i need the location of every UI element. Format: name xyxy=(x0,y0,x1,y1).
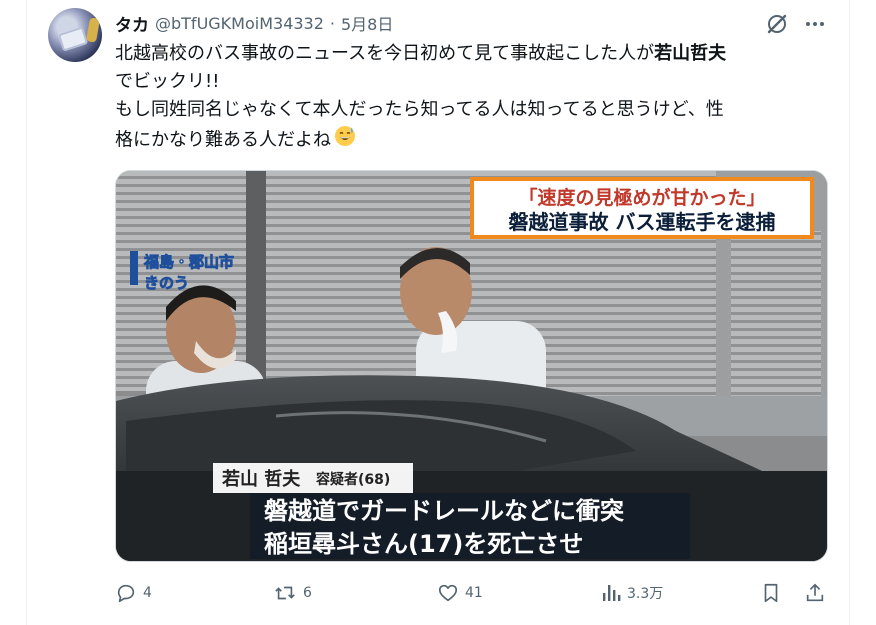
tweet-text-segment: 格にかなり難ある人だよね xyxy=(115,129,331,151)
top-caption-box: 「速度の見極めが甘かった」 磐越道事故 バス運転手を逮捕 xyxy=(470,177,814,239)
bottom-caption: 磐越道でガードレールなどに衝突 稲垣尋斗さん(17)を死亡させ xyxy=(250,493,690,559)
top-caption-line-2: 磐越道事故 バス運転手を逮捕 xyxy=(509,210,776,234)
name-tag-name: 若山 哲夫 xyxy=(221,468,301,490)
retweet-button[interactable]: 6 xyxy=(273,578,312,608)
left-border xyxy=(26,0,27,625)
more-button[interactable] xyxy=(798,9,832,39)
right-border xyxy=(849,0,850,625)
reply-count: 4 xyxy=(143,585,152,601)
news-frame: 「速度の見極めが甘かった」 磐越道事故 バス運転手を逮捕 福島・郡山市 きのう … xyxy=(116,171,827,561)
views-button[interactable]: 3.3万 xyxy=(601,578,663,608)
tweet-date[interactable]: 5月8日 xyxy=(341,11,393,35)
location-line-1: 福島・郡山市 xyxy=(143,253,234,271)
tweet-text-line-3: もし同姓同名じゃなくて本人だったら知ってる人は知ってると思うけど、性 xyxy=(115,99,724,120)
grinning-sweat-emoji-icon xyxy=(333,124,357,157)
tweet-text: 北越高校のバス事故のニュースを今日初めて見て事故起こした人が若山哲夫 でビックリ… xyxy=(115,40,825,157)
more-icon xyxy=(806,22,824,26)
grok-icon xyxy=(767,14,787,34)
avatar[interactable] xyxy=(48,8,102,62)
top-caption-line-1: 「速度の見極めが甘かった」 xyxy=(518,186,765,209)
bottom-caption-line-1: 磐越道でガードレールなどに衝突 xyxy=(264,497,624,525)
share-button[interactable] xyxy=(804,578,826,608)
retweet-count: 6 xyxy=(303,585,312,601)
like-icon xyxy=(438,584,458,602)
reply-button[interactable]: 4 xyxy=(115,578,152,608)
reply-icon xyxy=(117,584,135,603)
name-tag: 若山 哲夫 容疑者(68) xyxy=(213,463,413,493)
news-video-still[interactable]: 「速度の見極めが甘かった」 磐越道事故 バス運転手を逮捕 福島・郡山市 きのう … xyxy=(115,170,828,562)
tweet-text-segment: 北越高校のバス事故のニュースを今日初めて見て事故起こした人が xyxy=(115,43,655,64)
like-count: 41 xyxy=(465,585,483,601)
tweet-header: タカ @bTfUGKMoiM34332 · 5月8日 xyxy=(115,10,393,36)
retweet-icon xyxy=(275,586,295,600)
like-button[interactable]: 41 xyxy=(437,578,483,608)
views-icon xyxy=(603,585,621,601)
tweet-actions: 4 6 41 3.3万 xyxy=(115,578,835,608)
tweet-text-line-4: 格にかなり難ある人だよね xyxy=(115,124,825,157)
views-count: 3.3万 xyxy=(627,586,664,602)
tweet-text-line-1: 北越高校のバス事故のニュースを今日初めて見て事故起こした人が若山哲夫 xyxy=(115,40,825,68)
tweet-text-line-2: でビックリ!! xyxy=(115,71,220,92)
bookmark-button[interactable] xyxy=(760,578,782,608)
share-icon xyxy=(806,583,824,602)
user-handle[interactable]: @bTfUGKMoiM34332 xyxy=(155,14,324,33)
grok-button[interactable] xyxy=(760,9,794,39)
name-tag-role: 容疑者(68) xyxy=(315,471,390,488)
bookmark-icon xyxy=(764,583,778,603)
bottom-caption-line-2: 稲垣尋斗さん(17)を死亡させ xyxy=(264,530,583,558)
location-line-2: きのう xyxy=(144,274,189,292)
display-name[interactable]: タカ xyxy=(115,11,149,36)
separator-dot: · xyxy=(329,13,335,33)
tweet-text-bold-name: 若山哲夫 xyxy=(654,43,727,64)
